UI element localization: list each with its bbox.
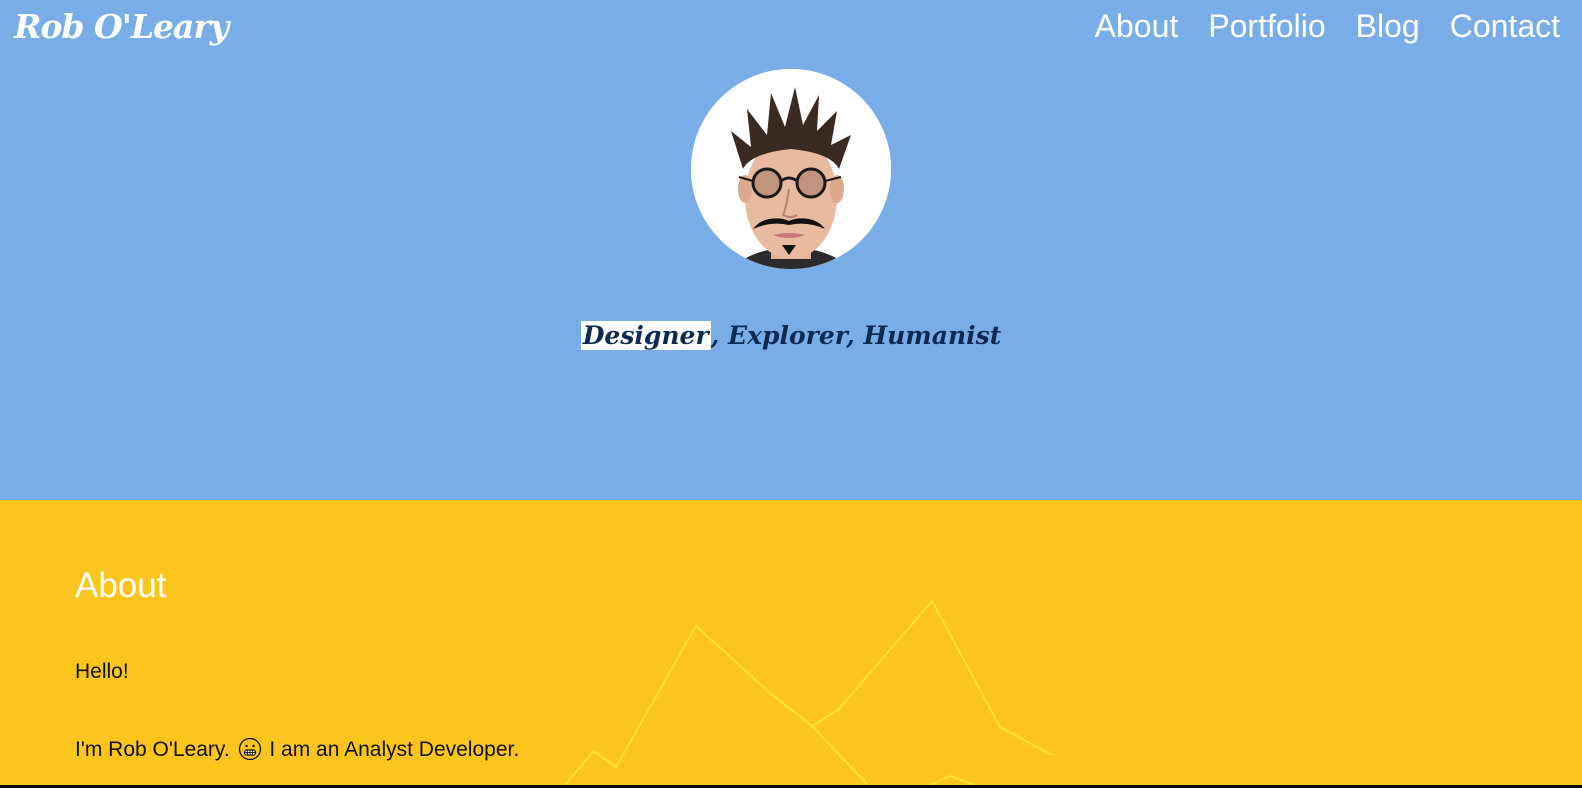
about-greeting: Hello! [75, 660, 129, 683]
about-section: About Hello! I'm Rob O'Leary. I am an An… [0, 500, 1582, 785]
nav-link-blog[interactable]: Blog [1356, 6, 1420, 46]
about-intro: I'm Rob O'Leary. I am an Analyst Develop… [75, 736, 519, 764]
about-heading: About [75, 566, 167, 605]
site-logo[interactable]: Rob O'Leary [14, 4, 229, 50]
about-intro-role: I am an Analyst Developer. [269, 738, 520, 761]
main-nav: About Portfolio Blog Contact [1095, 6, 1560, 46]
tagline-rest: , Explorer, Humanist [710, 321, 1002, 350]
tagline: Designer, Explorer, Humanist [0, 314, 1582, 358]
avatar-portrait-image [691, 69, 891, 269]
grinning-face-icon [238, 737, 261, 761]
nav-link-about[interactable]: About [1095, 6, 1179, 46]
nav-link-contact[interactable]: Contact [1450, 6, 1560, 46]
avatar [691, 69, 891, 269]
nav-link-portfolio[interactable]: Portfolio [1208, 6, 1325, 46]
hero-section: Rob O'Leary About Portfolio Blog Contact [0, 0, 1582, 500]
tagline-highlight: Designer [580, 321, 711, 350]
about-intro-name: I'm Rob O'Leary. [75, 738, 230, 761]
